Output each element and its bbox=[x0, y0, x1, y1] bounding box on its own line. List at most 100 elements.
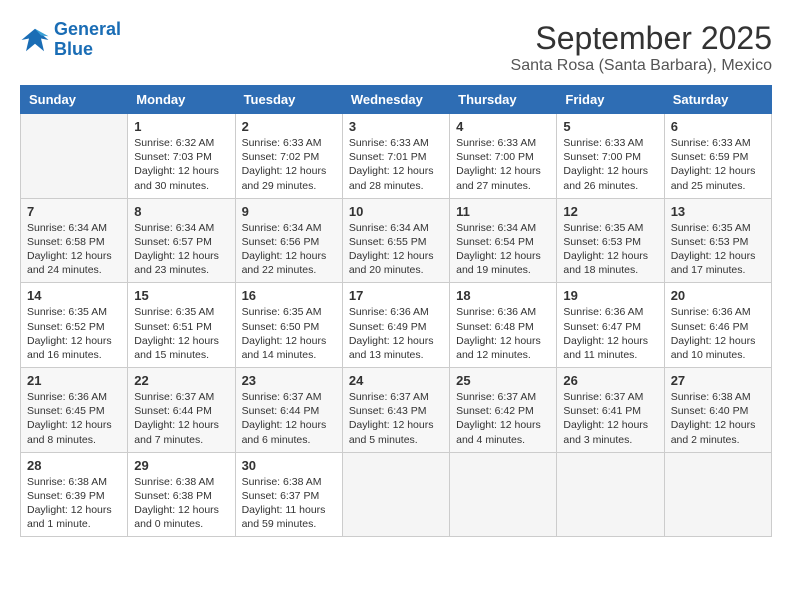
calendar-cell: 20Sunrise: 6:36 AM Sunset: 6:46 PM Dayli… bbox=[664, 283, 771, 368]
calendar-cell: 23 Sunrise: 6:37 AM Sunset: 6:44 PM Dayli… bbox=[235, 368, 342, 453]
calendar-cell: 1 Sunrise: 6:32 AM Sunset: 7:03 PM Daylig… bbox=[128, 114, 235, 199]
day-info: Sunrise: 6:37 AM Sunset: 6:44 PM Dayligh… bbox=[134, 390, 228, 447]
day-info: Sunrise: 6:33 AM Sunset: 7:00 PM Dayligh… bbox=[456, 136, 550, 193]
calendar-cell: 12 Sunrise: 6:35 AM Sunset: 6:53 PM Dayli… bbox=[557, 198, 664, 283]
day-info: Sunrise: 6:34 AM Sunset: 6:55 PM Dayligh… bbox=[349, 221, 443, 278]
location-subtitle: Santa Rosa (Santa Barbara), Mexico bbox=[511, 57, 772, 75]
day-number: 5 bbox=[563, 119, 657, 134]
header-sunday: Sunday bbox=[21, 86, 128, 114]
day-info: Sunrise: 6:36 AM Sunset: 6:47 PM Dayligh… bbox=[563, 305, 657, 362]
header-thursday: Thursday bbox=[450, 86, 557, 114]
day-info: Sunrise: 6:35 AM Sunset: 6:52 PM Dayligh… bbox=[27, 305, 121, 362]
day-info: Sunrise: 6:35 AM Sunset: 6:53 PM Dayligh… bbox=[563, 221, 657, 278]
day-number: 9 bbox=[242, 204, 336, 219]
calendar-cell: 16 Sunrise: 6:35 AM Sunset: 6:50 PM Dayli… bbox=[235, 283, 342, 368]
calendar-cell: 19 Sunrise: 6:36 AM Sunset: 6:47 PM Dayli… bbox=[557, 283, 664, 368]
day-number: 28 bbox=[27, 458, 121, 473]
day-number: 26 bbox=[563, 373, 657, 388]
day-info: Sunrise: 6:34 AM Sunset: 6:57 PM Dayligh… bbox=[134, 221, 228, 278]
day-number: 10 bbox=[349, 204, 443, 219]
calendar-table: SundayMondayTuesdayWednesdayThursdayFrid… bbox=[20, 85, 772, 537]
logo-text: General Blue bbox=[54, 20, 121, 60]
day-info: Sunrise: 6:33 AM Sunset: 7:01 PM Dayligh… bbox=[349, 136, 443, 193]
day-number: 12 bbox=[563, 204, 657, 219]
day-info: Sunrise: 6:36 AM Sunset: 6:46 PM Dayligh… bbox=[671, 305, 765, 362]
calendar-cell: 26 Sunrise: 6:37 AM Sunset: 6:41 PM Dayli… bbox=[557, 368, 664, 453]
week-row-1: 1 Sunrise: 6:32 AM Sunset: 7:03 PM Daylig… bbox=[21, 114, 772, 199]
header-friday: Friday bbox=[557, 86, 664, 114]
day-number: 13 bbox=[671, 204, 765, 219]
day-info: Sunrise: 6:36 AM Sunset: 6:49 PM Dayligh… bbox=[349, 305, 443, 362]
calendar-cell: 2Sunrise: 6:33 AM Sunset: 7:02 PM Daylig… bbox=[235, 114, 342, 199]
day-number: 21 bbox=[27, 373, 121, 388]
week-row-3: 14 Sunrise: 6:35 AM Sunset: 6:52 PM Dayli… bbox=[21, 283, 772, 368]
day-number: 19 bbox=[563, 288, 657, 303]
day-info: Sunrise: 6:38 AM Sunset: 6:40 PM Dayligh… bbox=[671, 390, 765, 447]
calendar-cell bbox=[342, 452, 449, 537]
day-info: Sunrise: 6:38 AM Sunset: 6:38 PM Dayligh… bbox=[134, 475, 228, 532]
week-row-4: 21 Sunrise: 6:36 AM Sunset: 6:45 PM Dayli… bbox=[21, 368, 772, 453]
calendar-cell: 17 Sunrise: 6:36 AM Sunset: 6:49 PM Dayli… bbox=[342, 283, 449, 368]
day-number: 8 bbox=[134, 204, 228, 219]
day-number: 15 bbox=[134, 288, 228, 303]
day-info: Sunrise: 6:37 AM Sunset: 6:41 PM Dayligh… bbox=[563, 390, 657, 447]
day-number: 11 bbox=[456, 204, 550, 219]
day-info: Sunrise: 6:34 AM Sunset: 6:58 PM Dayligh… bbox=[27, 221, 121, 278]
calendar-cell: 4 Sunrise: 6:33 AM Sunset: 7:00 PM Daylig… bbox=[450, 114, 557, 199]
day-number: 14 bbox=[27, 288, 121, 303]
header-tuesday: Tuesday bbox=[235, 86, 342, 114]
day-number: 7 bbox=[27, 204, 121, 219]
calendar-cell: 8 Sunrise: 6:34 AM Sunset: 6:57 PM Daylig… bbox=[128, 198, 235, 283]
day-info: Sunrise: 6:34 AM Sunset: 6:56 PM Dayligh… bbox=[242, 221, 336, 278]
calendar-cell: 9 Sunrise: 6:34 AM Sunset: 6:56 PM Daylig… bbox=[235, 198, 342, 283]
title-area: September 2025 Santa Rosa (Santa Barbara… bbox=[511, 20, 772, 75]
calendar-cell: 30 Sunrise: 6:38 AM Sunset: 6:37 PM Dayli… bbox=[235, 452, 342, 537]
day-info: Sunrise: 6:36 AM Sunset: 6:48 PM Dayligh… bbox=[456, 305, 550, 362]
day-number: 27 bbox=[671, 373, 765, 388]
header-wednesday: Wednesday bbox=[342, 86, 449, 114]
calendar-cell: 10 Sunrise: 6:34 AM Sunset: 6:55 PM Dayli… bbox=[342, 198, 449, 283]
day-number: 24 bbox=[349, 373, 443, 388]
logo-icon bbox=[20, 25, 50, 55]
day-number: 17 bbox=[349, 288, 443, 303]
day-info: Sunrise: 6:35 AM Sunset: 6:50 PM Dayligh… bbox=[242, 305, 336, 362]
day-number: 25 bbox=[456, 373, 550, 388]
day-info: Sunrise: 6:33 AM Sunset: 7:00 PM Dayligh… bbox=[563, 136, 657, 193]
week-row-2: 7 Sunrise: 6:34 AM Sunset: 6:58 PM Daylig… bbox=[21, 198, 772, 283]
day-info: Sunrise: 6:37 AM Sunset: 6:44 PM Dayligh… bbox=[242, 390, 336, 447]
calendar-cell: 6Sunrise: 6:33 AM Sunset: 6:59 PM Daylig… bbox=[664, 114, 771, 199]
calendar-cell: 22Sunrise: 6:37 AM Sunset: 6:44 PM Dayli… bbox=[128, 368, 235, 453]
calendar-cell: 15Sunrise: 6:35 AM Sunset: 6:51 PM Dayli… bbox=[128, 283, 235, 368]
calendar-cell: 27 Sunrise: 6:38 AM Sunset: 6:40 PM Dayli… bbox=[664, 368, 771, 453]
day-info: Sunrise: 6:37 AM Sunset: 6:43 PM Dayligh… bbox=[349, 390, 443, 447]
calendar-cell bbox=[557, 452, 664, 537]
day-info: Sunrise: 6:38 AM Sunset: 6:37 PM Dayligh… bbox=[242, 475, 336, 532]
day-info: Sunrise: 6:37 AM Sunset: 6:42 PM Dayligh… bbox=[456, 390, 550, 447]
day-number: 2 bbox=[242, 119, 336, 134]
day-number: 30 bbox=[242, 458, 336, 473]
calendar-cell: 7 Sunrise: 6:34 AM Sunset: 6:58 PM Daylig… bbox=[21, 198, 128, 283]
logo-line2: Blue bbox=[54, 39, 93, 59]
month-title: September 2025 bbox=[511, 20, 772, 57]
day-number: 4 bbox=[456, 119, 550, 134]
calendar-cell bbox=[664, 452, 771, 537]
day-info: Sunrise: 6:33 AM Sunset: 6:59 PM Dayligh… bbox=[671, 136, 765, 193]
day-info: Sunrise: 6:36 AM Sunset: 6:45 PM Dayligh… bbox=[27, 390, 121, 447]
day-number: 16 bbox=[242, 288, 336, 303]
calendar-cell: 13Sunrise: 6:35 AM Sunset: 6:53 PM Dayli… bbox=[664, 198, 771, 283]
day-number: 23 bbox=[242, 373, 336, 388]
calendar-cell: 3Sunrise: 6:33 AM Sunset: 7:01 PM Daylig… bbox=[342, 114, 449, 199]
calendar-cell: 21 Sunrise: 6:36 AM Sunset: 6:45 PM Dayli… bbox=[21, 368, 128, 453]
day-number: 1 bbox=[134, 119, 228, 134]
calendar-cell: 29 Sunrise: 6:38 AM Sunset: 6:38 PM Dayli… bbox=[128, 452, 235, 537]
logo-line1: General bbox=[54, 19, 121, 39]
calendar-cell: 25 Sunrise: 6:37 AM Sunset: 6:42 PM Dayli… bbox=[450, 368, 557, 453]
calendar-cell: 5 Sunrise: 6:33 AM Sunset: 7:00 PM Daylig… bbox=[557, 114, 664, 199]
day-info: Sunrise: 6:32 AM Sunset: 7:03 PM Dayligh… bbox=[134, 136, 228, 193]
day-info: Sunrise: 6:34 AM Sunset: 6:54 PM Dayligh… bbox=[456, 221, 550, 278]
day-number: 18 bbox=[456, 288, 550, 303]
header: General Blue September 2025 Santa Rosa (… bbox=[20, 20, 772, 75]
week-row-5: 28Sunrise: 6:38 AM Sunset: 6:39 PM Dayli… bbox=[21, 452, 772, 537]
logo: General Blue bbox=[20, 20, 121, 60]
day-number: 29 bbox=[134, 458, 228, 473]
